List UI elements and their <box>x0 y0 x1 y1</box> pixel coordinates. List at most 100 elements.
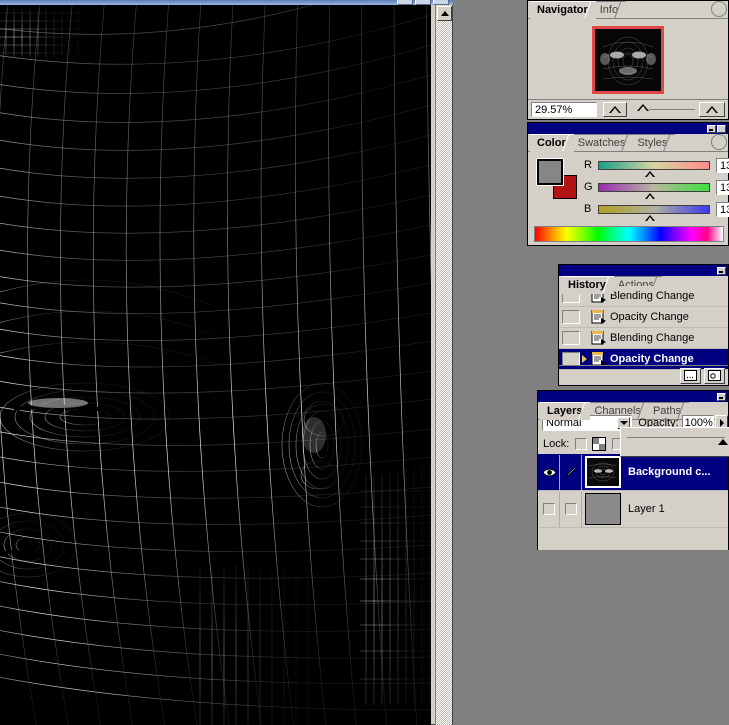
channel-slider-b[interactable] <box>598 204 710 221</box>
new-snapshot-button[interactable] <box>704 367 725 384</box>
navigator-thumbnail[interactable] <box>592 26 664 94</box>
layer-visibility-toggle[interactable] <box>538 454 560 490</box>
lock-image-pixels-icon[interactable] <box>592 437 607 451</box>
wireframe-face-artwork <box>0 5 431 725</box>
brush-slot-empty[interactable] <box>564 503 577 515</box>
layer-thumbnail-image <box>587 458 619 486</box>
history-state-row[interactable]: Blending Change <box>559 328 728 349</box>
layer-visibility-toggle[interactable] <box>538 491 560 527</box>
image-document-window[interactable] <box>0 0 453 725</box>
layer-edit-mode-icon[interactable] <box>560 454 582 490</box>
opacity-slider-popup[interactable] <box>620 427 729 457</box>
navigator-zoom-input[interactable]: 29.57% <box>531 102 597 117</box>
tab-color[interactable]: Color <box>530 134 578 152</box>
channel-value-b[interactable]: 134 <box>716 201 729 217</box>
paintbrush-icon <box>564 465 577 479</box>
layer-thumbnail[interactable] <box>585 456 621 488</box>
image-canvas[interactable] <box>0 5 431 725</box>
navigator-bottom-bar[interactable]: 29.57% <box>528 99 728 119</box>
color-palette[interactable]: Color Swatches Styles R 134 G <box>527 122 729 246</box>
tab-styles[interactable]: Styles <box>630 134 680 152</box>
channel-row-g[interactable]: G 134 <box>584 177 729 199</box>
snapshot-source-box[interactable] <box>562 331 580 345</box>
tab-navigator[interactable]: Navigator <box>530 1 600 19</box>
collapse-button[interactable] <box>707 124 716 133</box>
color-palette-menu-icon[interactable] <box>711 134 727 150</box>
channel-value-g[interactable]: 134 <box>716 179 729 195</box>
tab-layers-label: Layers <box>547 405 583 417</box>
opacity-slider-thumb[interactable] <box>718 439 728 445</box>
layer-list[interactable]: Background c... Layer 1 <box>538 454 728 550</box>
color-palette-title-bar[interactable] <box>528 123 728 134</box>
history-palette[interactable]: History Actions Blending Change Opacity … <box>558 264 729 386</box>
new-document-icon <box>684 370 697 381</box>
channel-row-b[interactable]: B 134 <box>584 199 729 221</box>
navigator-palette[interactable]: Navigator Info 29.57% <box>527 0 729 120</box>
collapse-button[interactable] <box>717 266 726 275</box>
color-palette-body: R 134 G 134 B 134 <box>528 153 729 223</box>
close-button[interactable] <box>717 124 726 133</box>
zoom-slider-thumb[interactable] <box>637 104 649 111</box>
lock-label: Lock: <box>543 438 570 450</box>
layer-row-background[interactable]: Background c... <box>538 454 728 491</box>
history-state-icon <box>591 309 607 325</box>
new-document-from-state-button[interactable] <box>680 367 701 384</box>
lock-transparent-pixels[interactable] <box>575 438 588 450</box>
channel-slider-g[interactable] <box>598 182 710 199</box>
channel-thumb-b[interactable] <box>645 214 655 221</box>
layer-edit-mode-icon[interactable] <box>560 491 582 527</box>
collapse-button[interactable] <box>717 392 726 401</box>
layer-name-label: Layer 1 <box>628 503 665 515</box>
foreground-background-swatches[interactable] <box>536 158 577 199</box>
opacity-slider-track <box>627 437 725 438</box>
tab-styles-label: Styles <box>637 137 668 149</box>
channel-slider-r[interactable] <box>598 160 710 177</box>
zoom-slider-track <box>649 109 695 110</box>
zoom-in-button[interactable] <box>699 102 725 117</box>
tab-swatches[interactable]: Swatches <box>570 134 638 152</box>
tab-history[interactable]: History <box>561 276 618 294</box>
scroll-up-arrow[interactable] <box>437 6 452 21</box>
channel-value-r[interactable]: 134 <box>716 157 729 173</box>
snapshot-source-box[interactable] <box>562 310 580 324</box>
large-mountain-icon <box>706 106 718 113</box>
color-ramp[interactable] <box>534 226 724 242</box>
channel-thumb-r[interactable] <box>645 170 655 177</box>
color-tab-strip[interactable]: Color Swatches Styles <box>528 134 728 152</box>
history-state-label: Opacity Change <box>610 311 689 323</box>
tab-layers[interactable]: Layers <box>540 402 595 420</box>
eye-slot-empty[interactable] <box>542 503 555 515</box>
history-state-row[interactable]: Opacity Change <box>559 307 728 328</box>
navigator-tab-strip[interactable]: Navigator Info <box>528 1 728 19</box>
channel-label-g: G <box>584 181 593 193</box>
eye-icon <box>541 467 557 477</box>
triangle-right-icon <box>719 419 724 427</box>
foreground-color-swatch[interactable] <box>536 158 564 186</box>
triangle-up-icon <box>440 11 449 16</box>
layers-palette[interactable]: Layers Channels Paths Normal Opacity: 10… <box>537 390 729 550</box>
pointer-triangle-icon <box>581 355 587 363</box>
channel-label-b: B <box>584 203 592 215</box>
zoom-out-button[interactable] <box>603 102 627 117</box>
small-mountain-icon <box>609 106 621 113</box>
triangle-down-glyph <box>619 421 628 425</box>
history-palette-title-bar[interactable] <box>559 265 728 276</box>
history-bottom-bar[interactable] <box>559 365 728 385</box>
layer-thumbnail-image <box>586 494 620 524</box>
navigator-thumbnail-area[interactable] <box>528 20 728 100</box>
layers-palette-title-bar[interactable] <box>538 391 728 402</box>
history-state-label: Opacity Change <box>610 353 694 365</box>
channel-row-r[interactable]: R 134 <box>584 155 729 177</box>
snapshot-source-box[interactable] <box>562 352 580 366</box>
navigator-preview-image <box>595 29 661 91</box>
layer-thumbnail[interactable] <box>585 493 621 525</box>
navigator-zoom-slider[interactable] <box>631 102 699 117</box>
layer-row-layer1[interactable]: Layer 1 <box>538 491 728 528</box>
canvas-vertical-scrollbar[interactable] <box>435 5 452 725</box>
history-state-list[interactable]: Blending Change Opacity Change Blending … <box>559 286 728 370</box>
navigator-palette-menu-icon[interactable] <box>711 1 727 17</box>
channel-label-r: R <box>584 159 592 171</box>
channel-thumb-g[interactable] <box>645 192 655 199</box>
new-snapshot-icon <box>708 370 721 381</box>
tab-navigator-label: Navigator <box>537 4 588 16</box>
